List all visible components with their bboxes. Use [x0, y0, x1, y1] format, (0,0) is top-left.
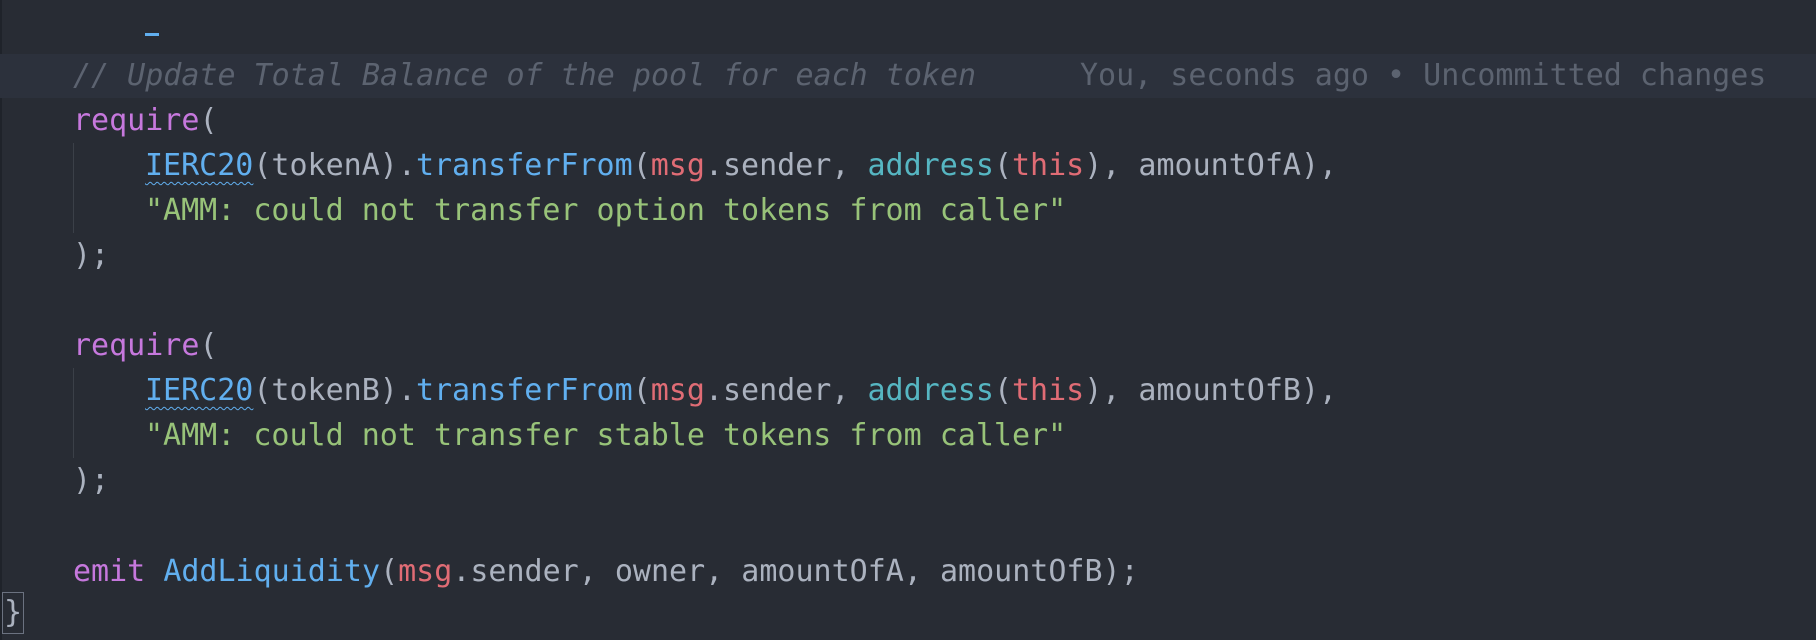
require-keyword: require [73, 328, 200, 363]
code-line-require-b[interactable]: require( [0, 324, 218, 368]
indent-guide [73, 143, 74, 233]
partial-underline-segment [145, 33, 160, 36]
code-line-transfer-a[interactable]: IERC20(tokenA).transferFrom(msg.sender, … [0, 144, 1337, 188]
msg-identifier: msg [398, 554, 453, 589]
emit-args: .sender, owner, amountOfA, amountOfB); [452, 554, 1139, 589]
paren: ( [993, 148, 1012, 183]
token-arg: (tokenB). [253, 373, 416, 408]
msg-identifier: msg [650, 373, 705, 408]
active-line-comment[interactable]: // Update Total Balance of the pool for … [0, 54, 1816, 98]
open-paren: ( [199, 328, 218, 363]
error-message-string: "AMM: could not transfer option tokens f… [145, 193, 1067, 228]
code-line-close-a[interactable]: ); [0, 234, 109, 278]
code-comment: // Update Total Balance of the pool for … [73, 58, 977, 93]
indent-guide [73, 368, 74, 458]
token-arg: (tokenA). [253, 148, 416, 183]
code-editor[interactable]: // Update Total Balance of the pool for … [0, 0, 1816, 640]
close-statement: ); [73, 238, 110, 273]
code-line-message-a[interactable]: "AMM: could not transfer option tokens f… [0, 189, 1066, 233]
sender-member: .sender, [704, 373, 868, 408]
paren: ( [632, 148, 651, 183]
address-builtin: address [867, 373, 994, 408]
open-paren: ( [199, 103, 218, 138]
event-name: AddLiquidity [163, 554, 381, 589]
require-keyword: require [73, 103, 200, 138]
git-blame-annotation: You, seconds ago • Uncommitted changes [1080, 58, 1767, 93]
transfer-from-method: transferFrom [415, 373, 633, 408]
args-tail: ), amountOfA), [1084, 148, 1338, 183]
close-statement: ); [73, 463, 110, 498]
error-message-string: "AMM: could not transfer stable tokens f… [145, 418, 1067, 453]
args-tail: ), amountOfB), [1084, 373, 1338, 408]
code-line-message-b[interactable]: "AMM: could not transfer stable tokens f… [0, 414, 1066, 458]
paren: ( [993, 373, 1012, 408]
ierc20-identifier[interactable]: IERC20 [145, 373, 253, 408]
closing-brace-match[interactable]: } [2, 592, 25, 634]
this-keyword: this [1012, 373, 1085, 408]
paren: ( [380, 554, 399, 589]
partial-top-line [73, 0, 160, 36]
code-line-transfer-b[interactable]: IERC20(tokenB).transferFrom(msg.sender, … [0, 369, 1337, 413]
this-keyword: this [1012, 148, 1085, 183]
sender-member: .sender, [704, 148, 868, 183]
ierc20-identifier[interactable]: IERC20 [145, 148, 253, 183]
code-line-require-a[interactable]: require( [0, 99, 218, 143]
paren: ( [632, 373, 651, 408]
address-builtin: address [867, 148, 994, 183]
code-line-emit[interactable]: emit AddLiquidity(msg.sender, owner, amo… [0, 550, 1139, 594]
emit-keyword: emit [73, 554, 146, 589]
msg-identifier: msg [650, 148, 705, 183]
transfer-from-method: transferFrom [415, 148, 633, 183]
code-line-close-b[interactable]: ); [0, 459, 109, 503]
